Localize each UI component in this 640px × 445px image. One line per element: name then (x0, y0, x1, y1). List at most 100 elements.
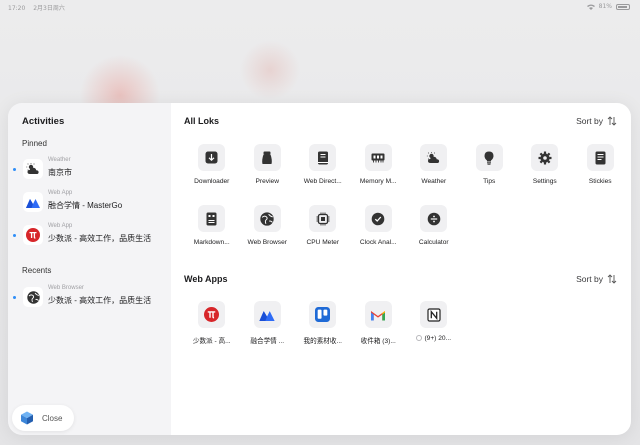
all-loks-title: All Loks (184, 116, 220, 126)
lok-stickies[interactable]: Stickies (573, 144, 629, 188)
active-dot (13, 234, 16, 237)
activity-name: 南京市 (48, 168, 72, 177)
webapp-label: 我的素材收... (303, 338, 342, 345)
mastergo-icon (253, 301, 281, 328)
pinned-heading: Pinned (22, 139, 47, 148)
webapp-trello[interactable]: 我的素材收... (295, 301, 351, 345)
note-icon (586, 144, 614, 171)
web-apps-title: Web Apps (184, 274, 228, 284)
activities-title: Activities (22, 116, 65, 127)
webapp-gmail[interactable]: 收件箱 (3)... (351, 301, 407, 345)
activity-kind: Web Browser (48, 285, 84, 291)
activity-name: 融合学情 - MasterGo (48, 201, 123, 210)
status-time: 17:20 (8, 5, 26, 12)
lok-label: Settings (532, 178, 557, 185)
lok-settings[interactable]: Settings (517, 144, 573, 188)
webapp-label: 融合学情 ... (250, 338, 285, 345)
sspai-icon (23, 225, 43, 245)
webapp-label: 收件箱 (3)... (360, 338, 396, 345)
app-cube-icon (20, 411, 34, 425)
active-dot (13, 168, 16, 171)
webapp-notion[interactable]: (9+) 20... (406, 301, 462, 345)
pinned-activity-sspai[interactable]: Web App 少数派 - 高效工作，品质生活 (13, 222, 168, 250)
lok-label: Calculator (418, 239, 449, 246)
activity-kind: Web App (48, 190, 73, 196)
lok-switcher-panel: Activities Pinned Weather 南京市 Web App 融合… (8, 103, 631, 435)
close-button[interactable]: Close (12, 405, 74, 431)
webapp-label: 少数派 - 高... (192, 338, 231, 345)
browser-icon (23, 287, 43, 307)
preview-icon (253, 144, 281, 171)
activity-kind: Web App (48, 223, 73, 229)
activities-sidebar: Activities Pinned Weather 南京市 Web App 融合… (8, 103, 171, 435)
lok-web-browser[interactable]: Web Browser (240, 205, 296, 249)
lok-cpu-meter[interactable]: CPU Meter (295, 205, 351, 249)
lok-memory-monitor[interactable]: Memory M... (351, 144, 407, 188)
lok-calculator[interactable]: Calculator (406, 205, 462, 249)
lok-label: Downloader (194, 178, 230, 185)
lok-label: Preview (255, 178, 279, 185)
web-apps-grid: 少数派 - 高... 融合学情 ... 我的素材收... 收件箱 (3)... (184, 301, 628, 345)
battery-icon (616, 3, 630, 10)
weather-icon (420, 144, 447, 171)
loading-spinner-icon (416, 335, 423, 341)
lok-label: Clock Anal... (359, 239, 397, 246)
lok-label: Web Direct... (303, 178, 342, 185)
lok-label: Web Browser (247, 239, 287, 246)
pinned-activity-weather[interactable]: Weather 南京市 (13, 156, 168, 184)
download-icon (198, 144, 225, 171)
browser-icon (253, 205, 281, 232)
sort-arrows-icon (607, 116, 617, 126)
gmail-icon (364, 301, 392, 328)
sspai-icon (198, 301, 225, 328)
cpu-icon (309, 205, 336, 232)
activity-kind: Weather (48, 157, 71, 163)
lok-downloader[interactable]: Downloader (184, 144, 240, 188)
webapp-mastergo[interactable]: 融合学情 ... (240, 301, 296, 345)
lok-tips[interactable]: Tips (462, 144, 518, 188)
status-bar: 17:20 2月3日周六 81% (0, 0, 640, 14)
lok-preview[interactable]: Preview (240, 144, 296, 188)
recents-heading: Recents (22, 266, 52, 275)
sort-label: Sort by (576, 116, 603, 126)
activity-name: 少数派 - 高效工作，品质生活 (48, 296, 152, 305)
sort-arrows-icon (607, 274, 617, 284)
lok-weather[interactable]: Weather (406, 144, 462, 188)
webapp-sspai[interactable]: 少数派 - 高... (184, 301, 240, 345)
lok-label: Tips (483, 178, 496, 185)
activity-name: 少数派 - 高效工作，品质生活 (48, 234, 152, 243)
status-date: 2月3日周六 (33, 5, 65, 12)
lok-label: Stickies (588, 178, 612, 185)
weather-icon (23, 159, 43, 179)
notion-icon (420, 301, 447, 328)
gear-icon (531, 144, 558, 171)
lok-label: Weather (421, 178, 447, 185)
lok-web-directory[interactable]: Web Direct... (295, 144, 351, 188)
all-loks-grid: Downloader Preview Web Direct... Memory … (184, 144, 628, 249)
loks-main-area: All Loks Sort by Downloader Preview Web … (171, 103, 631, 435)
lok-label: Memory M... (359, 178, 397, 185)
lok-clock-analog[interactable]: Clock Anal... (351, 205, 407, 249)
lok-markdown[interactable]: Markdown... (184, 205, 240, 249)
clock-icon (364, 205, 392, 232)
lok-label: CPU Meter (306, 239, 340, 246)
trello-icon (309, 301, 336, 328)
webapp-label: (9+) 20... (406, 335, 462, 342)
mastergo-icon (23, 192, 43, 212)
web-apps-sort-button[interactable]: Sort by (576, 274, 617, 284)
close-label: Close (42, 413, 63, 423)
calculator-icon (420, 205, 447, 232)
battery-percent: 81% (598, 3, 612, 10)
pinned-activity-mastergo[interactable]: Web App 融合学情 - MasterGo (13, 189, 168, 217)
memory-icon (364, 144, 392, 171)
lok-label: Markdown... (193, 239, 230, 246)
recent-activity-browser[interactable]: Web Browser 少数派 - 高效工作，品质生活 (13, 284, 168, 312)
all-loks-sort-button[interactable]: Sort by (576, 116, 617, 126)
markdown-icon (198, 205, 225, 232)
webapp-label-text: (9+) 20... (424, 335, 452, 342)
book-icon (309, 144, 336, 171)
active-dot (13, 296, 16, 299)
bulb-icon (475, 144, 503, 171)
sort-label: Sort by (576, 274, 603, 284)
wifi-icon (586, 4, 595, 10)
